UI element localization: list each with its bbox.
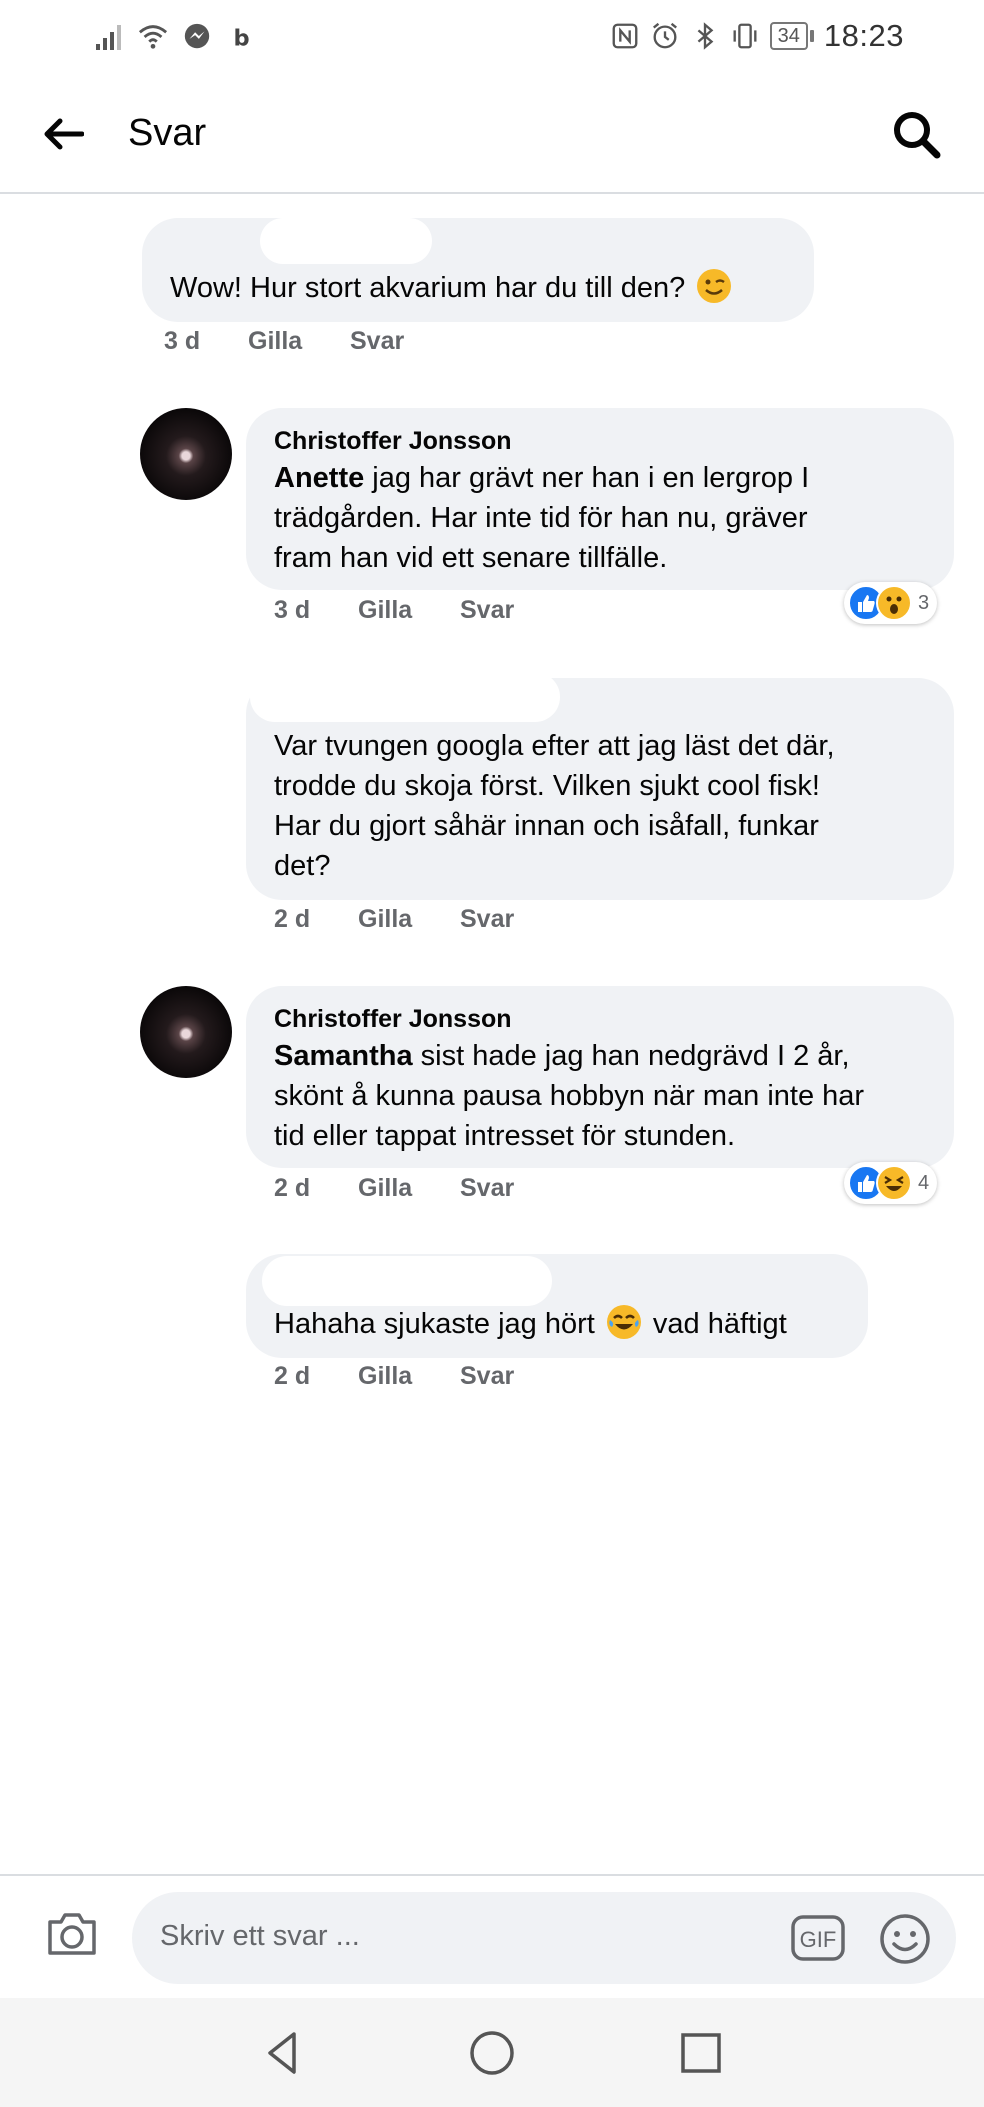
reply-composer: Skriv ett svar ... GIF xyxy=(0,1874,984,1998)
like-link[interactable]: Gilla xyxy=(248,327,350,356)
b-icon: b xyxy=(234,25,250,51)
status-time: 18:23 xyxy=(823,18,904,53)
status-bar: b 34 18:23 xyxy=(0,0,984,74)
battery-nub xyxy=(809,30,814,42)
reply-link[interactable]: Svar xyxy=(460,1362,514,1391)
comment-time: 3 d xyxy=(164,327,201,355)
camera-button[interactable] xyxy=(44,1906,100,1962)
reply-link[interactable]: Svar xyxy=(460,596,514,625)
gif-button[interactable]: GIF xyxy=(790,1914,846,1962)
comment-line-1: sist hade jag han nedgrävd I 2 år, xyxy=(412,1040,850,1072)
wifi-icon xyxy=(138,25,168,49)
reply-link[interactable]: Svar xyxy=(460,905,514,934)
hidden-author-name xyxy=(260,218,432,264)
comment-time: 2 d xyxy=(274,905,311,933)
nav-back-button[interactable] xyxy=(258,2028,308,2078)
comment-line-2: trädgården. Har inte tid för han nu, grä… xyxy=(274,502,808,534)
reply-input[interactable]: Skriv ett svar ... GIF xyxy=(132,1892,956,1984)
comment-text: Anette jag har grävt ner han i en lergro… xyxy=(274,458,926,578)
camera-icon xyxy=(48,1913,96,1955)
hidden-author-name xyxy=(250,672,560,722)
mention-link[interactable]: Anette xyxy=(274,462,364,494)
circle-home-icon xyxy=(470,2031,514,2075)
triangle-back-icon xyxy=(268,2032,296,2074)
svg-text:GIF: GIF xyxy=(800,1927,837,1952)
comment-actions: 3 d Gilla Svar xyxy=(274,596,514,625)
status-left-icons: b xyxy=(94,20,256,52)
android-nav-bar xyxy=(0,1998,984,2107)
comment-text-before: Hahaha sjukaste jag hört xyxy=(274,1308,603,1340)
svg-text:b: b xyxy=(234,25,250,51)
avatar[interactable] xyxy=(140,408,232,500)
comment-time: 2 d xyxy=(274,1362,311,1390)
comment-line-2: skönt å kunna pausa hobbyn när man inte … xyxy=(274,1080,865,1112)
battery-level: 34 xyxy=(769,22,808,50)
alarm-icon xyxy=(652,22,677,49)
reply-input-placeholder: Skriv ett svar ... xyxy=(160,1920,360,1952)
haha-reaction-icon xyxy=(876,1165,912,1201)
comment-line-4: det? xyxy=(274,850,331,882)
messenger-icon xyxy=(184,23,210,49)
comment-text: Samantha sist hade jag han nedgrävd I 2 … xyxy=(274,1036,926,1156)
vibrate-icon xyxy=(733,23,757,49)
emoji-button[interactable] xyxy=(878,1912,932,1966)
tears-of-joy-icon xyxy=(606,1305,641,1339)
reaction-count: 3 xyxy=(918,591,930,614)
comment-bubble: Christoffer Jonsson Samantha sist hade j… xyxy=(246,986,954,1168)
nav-home-button[interactable] xyxy=(467,2028,517,2078)
back-arrow-icon xyxy=(44,118,84,150)
search-icon xyxy=(894,112,941,159)
reply-link[interactable]: Svar xyxy=(350,327,404,356)
winking-face-icon xyxy=(697,269,732,303)
comment-line-1: Var tvungen googla efter att jag läst de… xyxy=(274,730,835,762)
page-title: Svar xyxy=(128,112,207,154)
reactions-summary[interactable]: 3 xyxy=(844,582,938,624)
comment-time: 2 d xyxy=(274,1174,311,1202)
square-recents-icon xyxy=(681,2033,721,2073)
comment-line-3: fram han vid ett senare tillfälle. xyxy=(274,542,668,574)
comment-actions: 3 d Gilla Svar xyxy=(164,327,404,356)
comment-actions: 2 d Gilla Svar xyxy=(274,905,514,934)
gif-icon: GIF xyxy=(791,1915,845,1961)
app-header: Svar xyxy=(0,74,984,194)
like-link[interactable]: Gilla xyxy=(358,905,460,934)
comment-actions: 2 d Gilla Svar xyxy=(274,1362,514,1391)
mention-link[interactable]: Samantha xyxy=(274,1040,413,1072)
comment-text-content: Wow! Hur stort akvarium har du till den? xyxy=(170,272,686,304)
like-link[interactable]: Gilla xyxy=(358,596,460,625)
comment-bubble: Wow! Hur stort akvarium har du till den? xyxy=(142,218,814,322)
like-link[interactable]: Gilla xyxy=(358,1174,460,1203)
back-button[interactable] xyxy=(38,112,88,156)
comment-author[interactable]: Christoffer Jonsson xyxy=(274,1002,926,1036)
bluetooth-icon xyxy=(697,22,714,50)
reaction-count: 4 xyxy=(918,1171,930,1194)
comment-line-1: jag har grävt ner han i en lergrop I xyxy=(364,462,810,494)
comment-time: 3 d xyxy=(274,596,311,624)
comment-text-after: vad häftigt xyxy=(644,1308,787,1340)
nav-recents-button[interactable] xyxy=(676,2028,726,2078)
comment-text: Hahaha sjukaste jag hört vad häftigt xyxy=(274,1304,840,1344)
search-button[interactable] xyxy=(890,108,944,162)
reactions-summary[interactable]: 4 xyxy=(844,1162,938,1204)
avatar[interactable] xyxy=(140,986,232,1078)
wow-reaction-icon xyxy=(876,585,912,621)
comment-line-3: tid eller tappat intresset för stunden. xyxy=(274,1120,736,1152)
reply-link[interactable]: Svar xyxy=(460,1174,514,1203)
comment-text: Var tvungen googla efter att jag läst de… xyxy=(274,726,926,886)
like-link[interactable]: Gilla xyxy=(358,1362,460,1391)
status-right-icons: 34 18:23 xyxy=(610,18,904,54)
comment-line-3: Har du gjort såhär innan och isåfall, fu… xyxy=(274,810,819,842)
comment-line-2: trodde du skoja först. Vilken sjukt cool… xyxy=(274,770,820,802)
comment-text: Wow! Hur stort akvarium har du till den? xyxy=(170,268,786,308)
comment-bubble: Christoffer Jonsson Anette jag har grävt… xyxy=(246,408,954,590)
signal-icon xyxy=(96,25,121,50)
comment-actions: 2 d Gilla Svar xyxy=(274,1174,514,1203)
smiley-icon xyxy=(880,1914,930,1964)
comment-author[interactable]: Christoffer Jonsson xyxy=(274,424,926,458)
nfc-icon xyxy=(612,23,638,49)
hidden-author-name xyxy=(262,1256,552,1306)
battery-indicator: 34 xyxy=(769,22,814,50)
